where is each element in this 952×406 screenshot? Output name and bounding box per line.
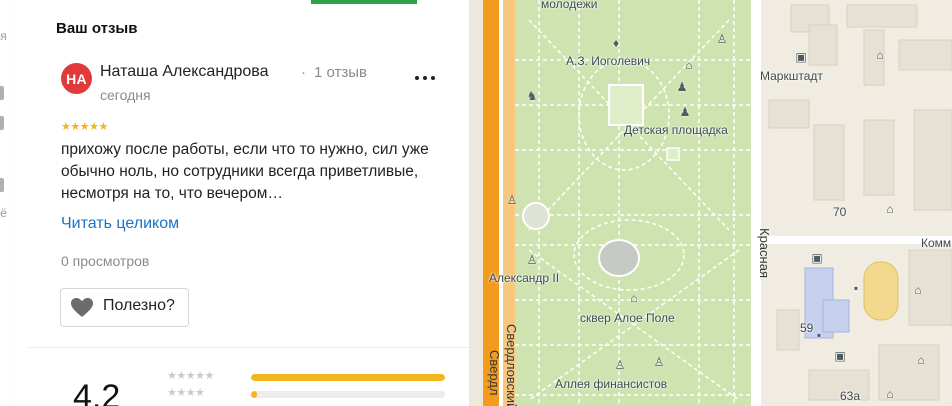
distribution-fill [251, 391, 257, 398]
review-date: сегодня [100, 87, 151, 103]
review-text: прихожу после работы, если что то нужно,… [61, 141, 429, 202]
views-count: 0 просмотров [61, 253, 150, 269]
map-label[interactable]: Детская площадка [624, 123, 728, 137]
tab-indicator [311, 0, 417, 4]
street-label: Свердловский [504, 324, 519, 406]
building-icon[interactable]: ⌂ [873, 48, 887, 62]
author-name[interactable]: Наташа Александрова [100, 63, 269, 81]
person-icon[interactable]: ♙ [652, 355, 666, 369]
map-label[interactable]: Маркштадт [760, 69, 823, 83]
rail-text-fragment: ьё [0, 206, 7, 220]
monument-icon[interactable]: ♦ [609, 36, 623, 50]
building-icon[interactable]: ▪ [812, 328, 826, 342]
distribution-track [251, 391, 445, 398]
street-label: Свердл [487, 350, 502, 396]
road-krasnaya [751, 0, 761, 406]
more-dots-icon [415, 76, 419, 80]
rating-value: 4,2 [73, 378, 121, 406]
building-icon[interactable]: ▪ [849, 281, 863, 295]
more-dots-icon [431, 76, 435, 80]
playground-icon[interactable]: ♟ [678, 105, 692, 119]
rail-text-fragment: ья [0, 29, 7, 43]
person-icon[interactable]: ♙ [613, 358, 627, 372]
map-label[interactable]: сквер Алое Поле [580, 311, 675, 325]
building-icon[interactable]: ⌂ [914, 353, 928, 367]
distribution-stars: ★★★★ [167, 387, 205, 399]
review-panel: Ваш отзыв НА Наташа Александрова · 1 отзы… [14, 0, 469, 406]
map-label[interactable]: Александр II [489, 271, 559, 285]
monument-icon[interactable]: ♙ [505, 193, 519, 207]
review-stars: ★★★★★ [61, 121, 108, 133]
park-icon[interactable]: ⌂ [627, 291, 641, 305]
read-more-link[interactable]: Читать целиком [61, 215, 179, 233]
distribution-stars: ★★★★★ [167, 370, 214, 382]
map-label[interactable]: Комм [921, 236, 951, 250]
helpful-button[interactable]: Полезно? [60, 288, 189, 327]
helpful-label: Полезно? [103, 297, 175, 314]
house-number: 70 [833, 205, 847, 219]
rail-icon[interactable] [0, 178, 4, 192]
road-sverdlovsky [483, 0, 499, 406]
distribution-fill [251, 374, 445, 381]
divider [28, 347, 469, 348]
map[interactable]: молодежи А.З. Иоголевич Детская площадка… [469, 0, 952, 406]
person-icon[interactable]: ♙ [525, 253, 539, 267]
review-count-text: 1 отзыв [314, 64, 368, 81]
map-label[interactable]: молодежи [541, 0, 597, 11]
building-icon[interactable]: ⌂ [883, 202, 897, 216]
map-label[interactable]: А.З. Иоголевич [566, 54, 650, 68]
heart-icon [71, 298, 93, 317]
rail-icon[interactable] [0, 116, 4, 130]
dog-park-icon[interactable]: ♞ [525, 89, 539, 103]
building-icon[interactable]: ▣ [833, 349, 847, 363]
more-options-button[interactable] [413, 66, 439, 88]
building-icon[interactable]: ▣ [794, 50, 808, 64]
section-title: Ваш отзыв [56, 20, 138, 37]
park-icon[interactable]: ⌂ [682, 58, 696, 72]
building-icon[interactable]: ▣ [810, 251, 824, 265]
avatar[interactable]: НА [61, 63, 92, 94]
house-number: 63а [840, 389, 861, 403]
rail-icon[interactable] [0, 86, 4, 100]
playground-icon[interactable]: ♟ [675, 80, 689, 94]
street-label: Красная [757, 228, 772, 278]
map-label[interactable]: Аллея финансистов [555, 377, 667, 391]
author-review-count[interactable]: · 1 отзыв [301, 64, 367, 81]
building-icon[interactable]: ⌂ [883, 387, 897, 401]
building-icon[interactable]: ⌂ [911, 283, 925, 297]
navigation-rail: ья ьё [0, 0, 15, 406]
distribution-track [251, 374, 445, 381]
person-icon[interactable]: ♙ [715, 32, 729, 46]
more-dots-icon [423, 76, 427, 80]
